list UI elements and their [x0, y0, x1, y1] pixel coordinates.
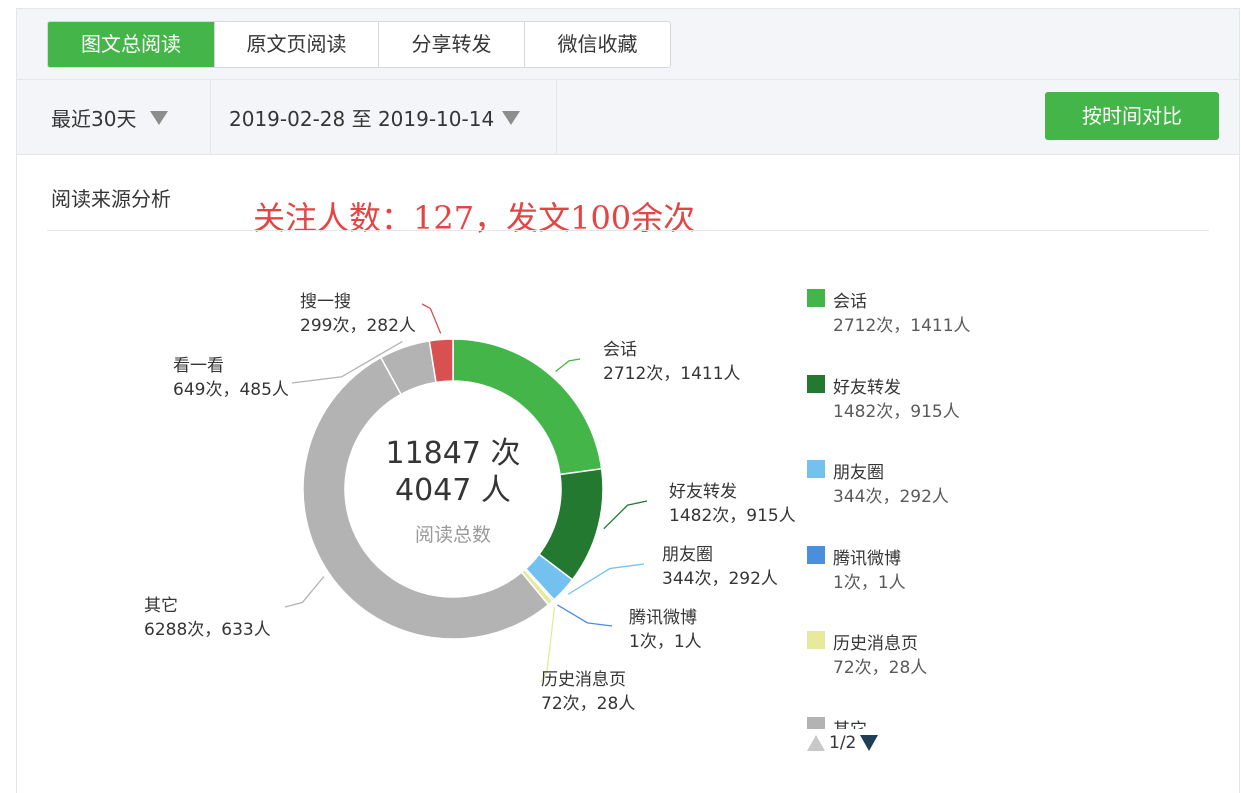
legend-swatch	[807, 289, 825, 307]
legend-swatch	[807, 460, 825, 478]
slice-label-value: 299次，282人	[300, 316, 416, 336]
center-caption: 阅读总数	[415, 524, 491, 546]
slice-label-name: 搜一搜	[300, 292, 351, 312]
slice-label-value: 344次，292人	[662, 569, 778, 589]
leader-line	[421, 303, 442, 334]
slice-label-value: 2712次，1411人	[603, 364, 741, 384]
slice-label-name: 看一看	[173, 356, 224, 376]
legend-name: 朋友圈	[833, 463, 884, 483]
legend-name: 会话	[833, 292, 867, 312]
slice-label-name: 其它	[144, 596, 178, 616]
legend-swatch	[807, 374, 825, 393]
slice-label-name: 朋友圈	[662, 545, 713, 565]
chart-legend: 会话 2712次，1411人 好友转发 1482次，915人 朋友圈 344次，292人腾…	[807, 287, 1007, 729]
legend-page-indicator: 1/2	[829, 733, 857, 753]
legend-name: 腾讯微博	[833, 548, 901, 569]
slice-label-value: 1482次，915人	[669, 506, 796, 526]
stats-panel: 图文总阅读 原文页阅读 分享转发 微信收藏 最近30天 2019-02-28 至…	[16, 8, 1240, 793]
legend-swatch	[807, 545, 825, 564]
leader-line	[603, 500, 648, 530]
legend-name: 其它	[833, 715, 867, 730]
legend-pager: 1/2	[807, 731, 879, 755]
slice-label-name: 好友转发	[669, 482, 737, 502]
slice-label-name: 会话	[603, 340, 637, 360]
legend-name: 历史消息页	[833, 634, 918, 654]
legend-name: 好友转发	[833, 377, 901, 398]
slice-label-name: 历史消息页	[541, 670, 626, 690]
slice-label-value: 72次，28人	[541, 694, 635, 714]
slice-label-value: 649次，485人	[173, 380, 289, 400]
leader-line	[284, 576, 325, 608]
legend-swatch	[807, 716, 825, 729]
slice-label-value: 6288次，633人	[144, 620, 271, 640]
legend-value: 1次，1人	[833, 572, 906, 593]
page-down-icon[interactable]	[860, 735, 879, 751]
legend-value: 1482次，915人	[833, 401, 960, 422]
page-up-icon[interactable]	[807, 735, 825, 751]
leader-line	[557, 604, 613, 627]
legend-value: 2712次，1411人	[833, 316, 971, 336]
legend-value: 72次，28人	[833, 658, 928, 678]
slice-label-value: 1次，1人	[629, 632, 702, 652]
leader-line	[555, 358, 581, 373]
legend-swatch	[807, 631, 825, 649]
slice-label-name: 腾讯微博	[629, 608, 697, 628]
reading-source-donut-chart: 会话 2712次，1411人好友转发 1482次，915人朋友圈 344次，292人腾…	[144, 292, 796, 714]
center-total-people: 4047 人	[395, 473, 511, 508]
legend-value: 344次，292人	[833, 487, 949, 507]
center-total-reads: 11847 次	[386, 436, 521, 471]
